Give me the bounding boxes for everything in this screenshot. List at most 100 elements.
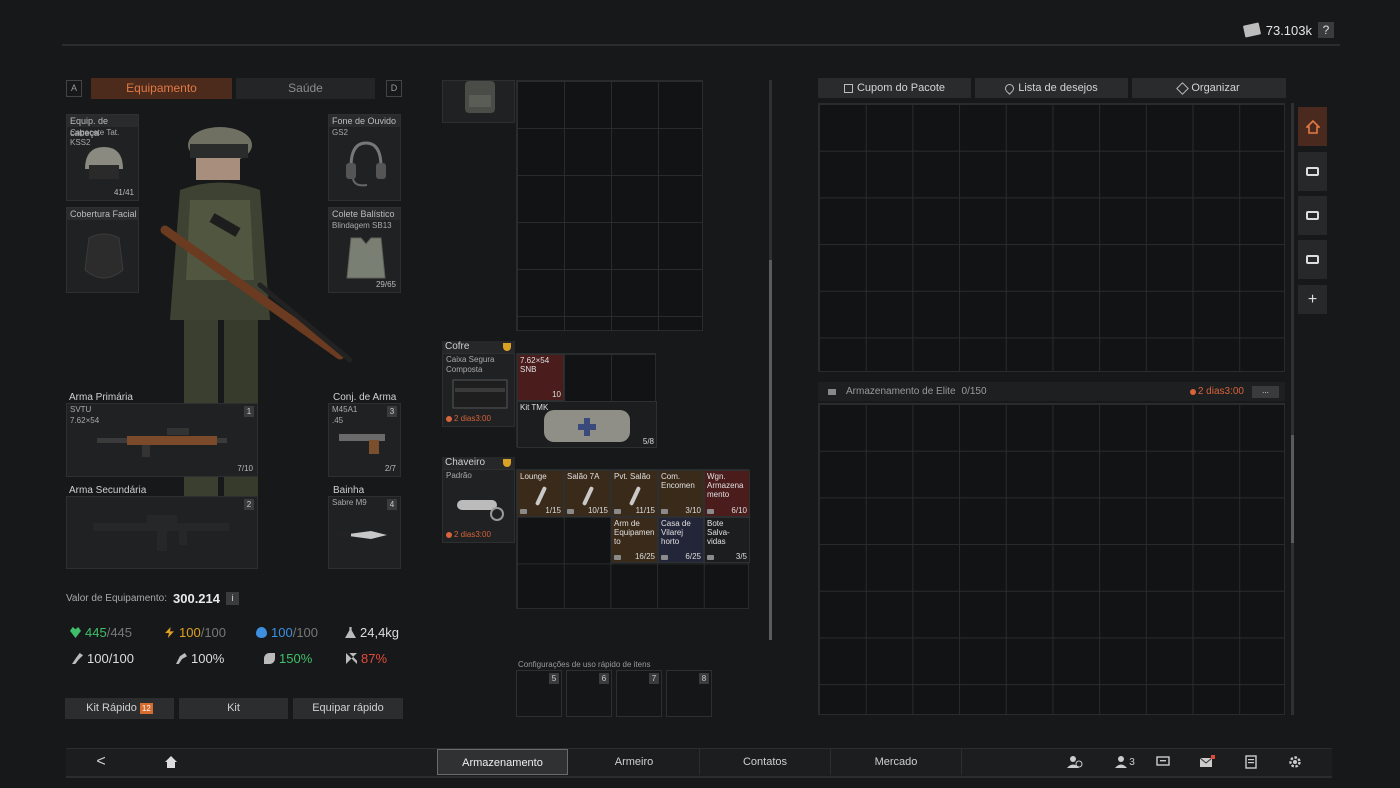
quick-use-slot-number: 6 — [599, 673, 609, 684]
quick-kit-button[interactable]: Kit Rápido 12 — [65, 698, 174, 719]
keychain-grid[interactable]: Lounge 1/15 Salão 7A 10/15 Pvt. Salão 11/15… — [516, 469, 750, 609]
weight-icon — [345, 627, 356, 638]
medkit-item-count: 5/8 — [642, 437, 654, 446]
key-icon — [628, 485, 641, 506]
key-item-name: Lounge — [520, 472, 547, 481]
mail-button[interactable] — [1199, 754, 1215, 770]
slot-sheath[interactable]: Sabre M9 4 — [328, 496, 401, 569]
backpack-slot[interactable] — [442, 80, 515, 123]
knife-icon — [339, 531, 387, 539]
key-icon — [581, 485, 594, 506]
stat-bonus: 150% — [264, 651, 312, 666]
organize-button[interactable]: Organizar — [1132, 78, 1286, 98]
safe-header: Cofre — [442, 341, 515, 353]
key-item-name: Salão 7A — [567, 472, 600, 481]
quick-use-slot[interactable]: 6 — [566, 670, 612, 717]
water-drop-icon — [256, 627, 267, 638]
key-item-name: Arm de Equipamen to — [614, 519, 655, 546]
key-item-name: Com. Encomen — [661, 472, 695, 490]
backpack-grid[interactable] — [516, 80, 703, 331]
nav-tab-storage[interactable]: Armazenamento — [437, 749, 568, 775]
settings-button[interactable] — [1287, 754, 1303, 770]
nav-tab-market[interactable]: Mercado — [831, 749, 962, 775]
key-item[interactable]: Salão 7A 10/15 — [564, 470, 611, 517]
help-button[interactable]: ? — [1318, 22, 1334, 38]
tag-icon — [661, 509, 668, 514]
storage-tab-home[interactable] — [1298, 107, 1327, 146]
storage-scrollbar-thumb[interactable] — [1291, 435, 1294, 543]
slot-weapon-set-caliber: .45 — [332, 416, 344, 425]
mail-icon — [1199, 755, 1215, 767]
slot-weapon-set-count: 2/7 — [384, 464, 396, 473]
elite-storage-more-button[interactable]: ... — [1252, 385, 1279, 398]
storage-tab-2[interactable] — [1298, 152, 1327, 191]
slot-weapon-set[interactable]: M45A1 .45 3 2/7 — [328, 403, 401, 477]
package-coupon-button[interactable]: Cupom do Pacote — [818, 78, 971, 98]
key-item[interactable]: Bote Salva-vidas 3/5 — [704, 517, 750, 563]
quick-use-slot-number: 7 — [649, 673, 659, 684]
slot-headgear[interactable]: Equip. de cabeça Capacete Tat. KSS2 41/4… — [66, 114, 139, 201]
keychain-container-slot[interactable]: Padrão 2 dias3:00 — [442, 469, 515, 543]
elite-storage-timer: 2 dias3:00 — [1189, 386, 1244, 397]
tab-equipment[interactable]: Equipamento — [91, 78, 232, 99]
storage-tab-3[interactable] — [1298, 196, 1327, 235]
key-item[interactable]: Pvt. Salão 11/15 — [611, 470, 658, 517]
quick-use-slot[interactable]: 5 — [516, 670, 562, 717]
elite-storage-timer-value: 2 dias3:00 — [1197, 386, 1244, 397]
kit-button[interactable]: Kit — [179, 698, 288, 719]
wishlist-button[interactable]: Lista de desejos — [975, 78, 1128, 98]
inventory-scrollbar-thumb[interactable] — [769, 260, 772, 640]
chat-button[interactable] — [1155, 754, 1171, 770]
home-button[interactable] — [163, 754, 179, 770]
chest-icon — [1306, 255, 1319, 264]
nav-tab-gunsmith[interactable]: Armeiro — [569, 749, 700, 775]
keyring-icon — [457, 500, 504, 521]
key-item-count: 10/15 — [587, 506, 608, 515]
medkit-item[interactable]: Kit TMK 5/8 — [517, 401, 657, 448]
elite-storage-capacity: 0/150 — [961, 386, 987, 397]
key-item[interactable]: Arm de Equipamen to 16/25 — [611, 517, 658, 563]
back-button[interactable]: < — [93, 753, 109, 770]
elite-storage-grid[interactable] — [818, 403, 1285, 715]
stat-health-current: 445 — [85, 625, 107, 640]
safe-container-slot[interactable]: Caixa Segura Composta 2 dias3:00 — [442, 353, 515, 427]
storage-grid[interactable] — [818, 103, 1285, 372]
stat-speed-value: 100% — [191, 651, 225, 666]
key-item[interactable]: Wgn. Armazena mento 6/10 — [704, 470, 750, 517]
quick-equip-button[interactable]: Equipar rápido — [293, 698, 403, 719]
nav-tab-contacts[interactable]: Contatos — [700, 749, 831, 775]
key-item[interactable]: Casa de Vilarej horto 6/25 — [658, 517, 704, 563]
slot-headgear-count: 41/41 — [113, 188, 134, 197]
add-storage-button[interactable]: + — [1298, 285, 1327, 314]
friends-button[interactable]: 3 — [1114, 754, 1136, 770]
mask-icon — [84, 233, 124, 279]
elite-storage-title: Armazenamento de Elite — [846, 386, 956, 397]
key-item-name: Pvt. Salão — [614, 472, 651, 481]
storage-scrollbar[interactable] — [1291, 103, 1294, 715]
quick-use-slot-number: 5 — [549, 673, 559, 684]
quick-use-slot[interactable]: 8 — [666, 670, 712, 717]
safe-grid[interactable]: 7.62×54 SNB 10 Kit TMK 5/8 — [516, 353, 657, 448]
key-item[interactable]: Com. Encomen 3/10 — [658, 470, 704, 517]
package-coupon-label: Cupom do Pacote — [856, 82, 946, 94]
key-item[interactable]: Lounge 1/15 — [517, 470, 564, 517]
tasks-button[interactable] — [1243, 754, 1259, 770]
key-item-count: 3/10 — [685, 506, 701, 515]
slot-primary-weapon[interactable]: SVTU 7.62×54 1 7/10 — [66, 403, 258, 477]
slot-secondary-weapon[interactable]: 2 — [66, 496, 258, 569]
players-button[interactable] — [1067, 754, 1083, 770]
storage-tab-4[interactable] — [1298, 240, 1327, 279]
quick-use-slot[interactable]: 7 — [616, 670, 662, 717]
safe-header-label: Cofre — [445, 341, 470, 352]
clock-icon — [1189, 388, 1196, 395]
tab-health[interactable]: Saúde — [236, 78, 375, 99]
ammo-item[interactable]: 7.62×54 SNB 10 — [517, 354, 564, 401]
slot-sheath-number: 4 — [387, 499, 397, 510]
shield-icon — [503, 459, 511, 467]
chest-icon — [1306, 167, 1319, 176]
tag-icon — [661, 555, 668, 560]
equipment-value-info-button[interactable]: i — [226, 592, 239, 605]
keychain-header-label: Chaveiro — [445, 457, 486, 468]
slot-body-armor-count: 29/65 — [375, 280, 396, 289]
slot-face-cover[interactable]: Cobertura Facial — [66, 207, 139, 293]
